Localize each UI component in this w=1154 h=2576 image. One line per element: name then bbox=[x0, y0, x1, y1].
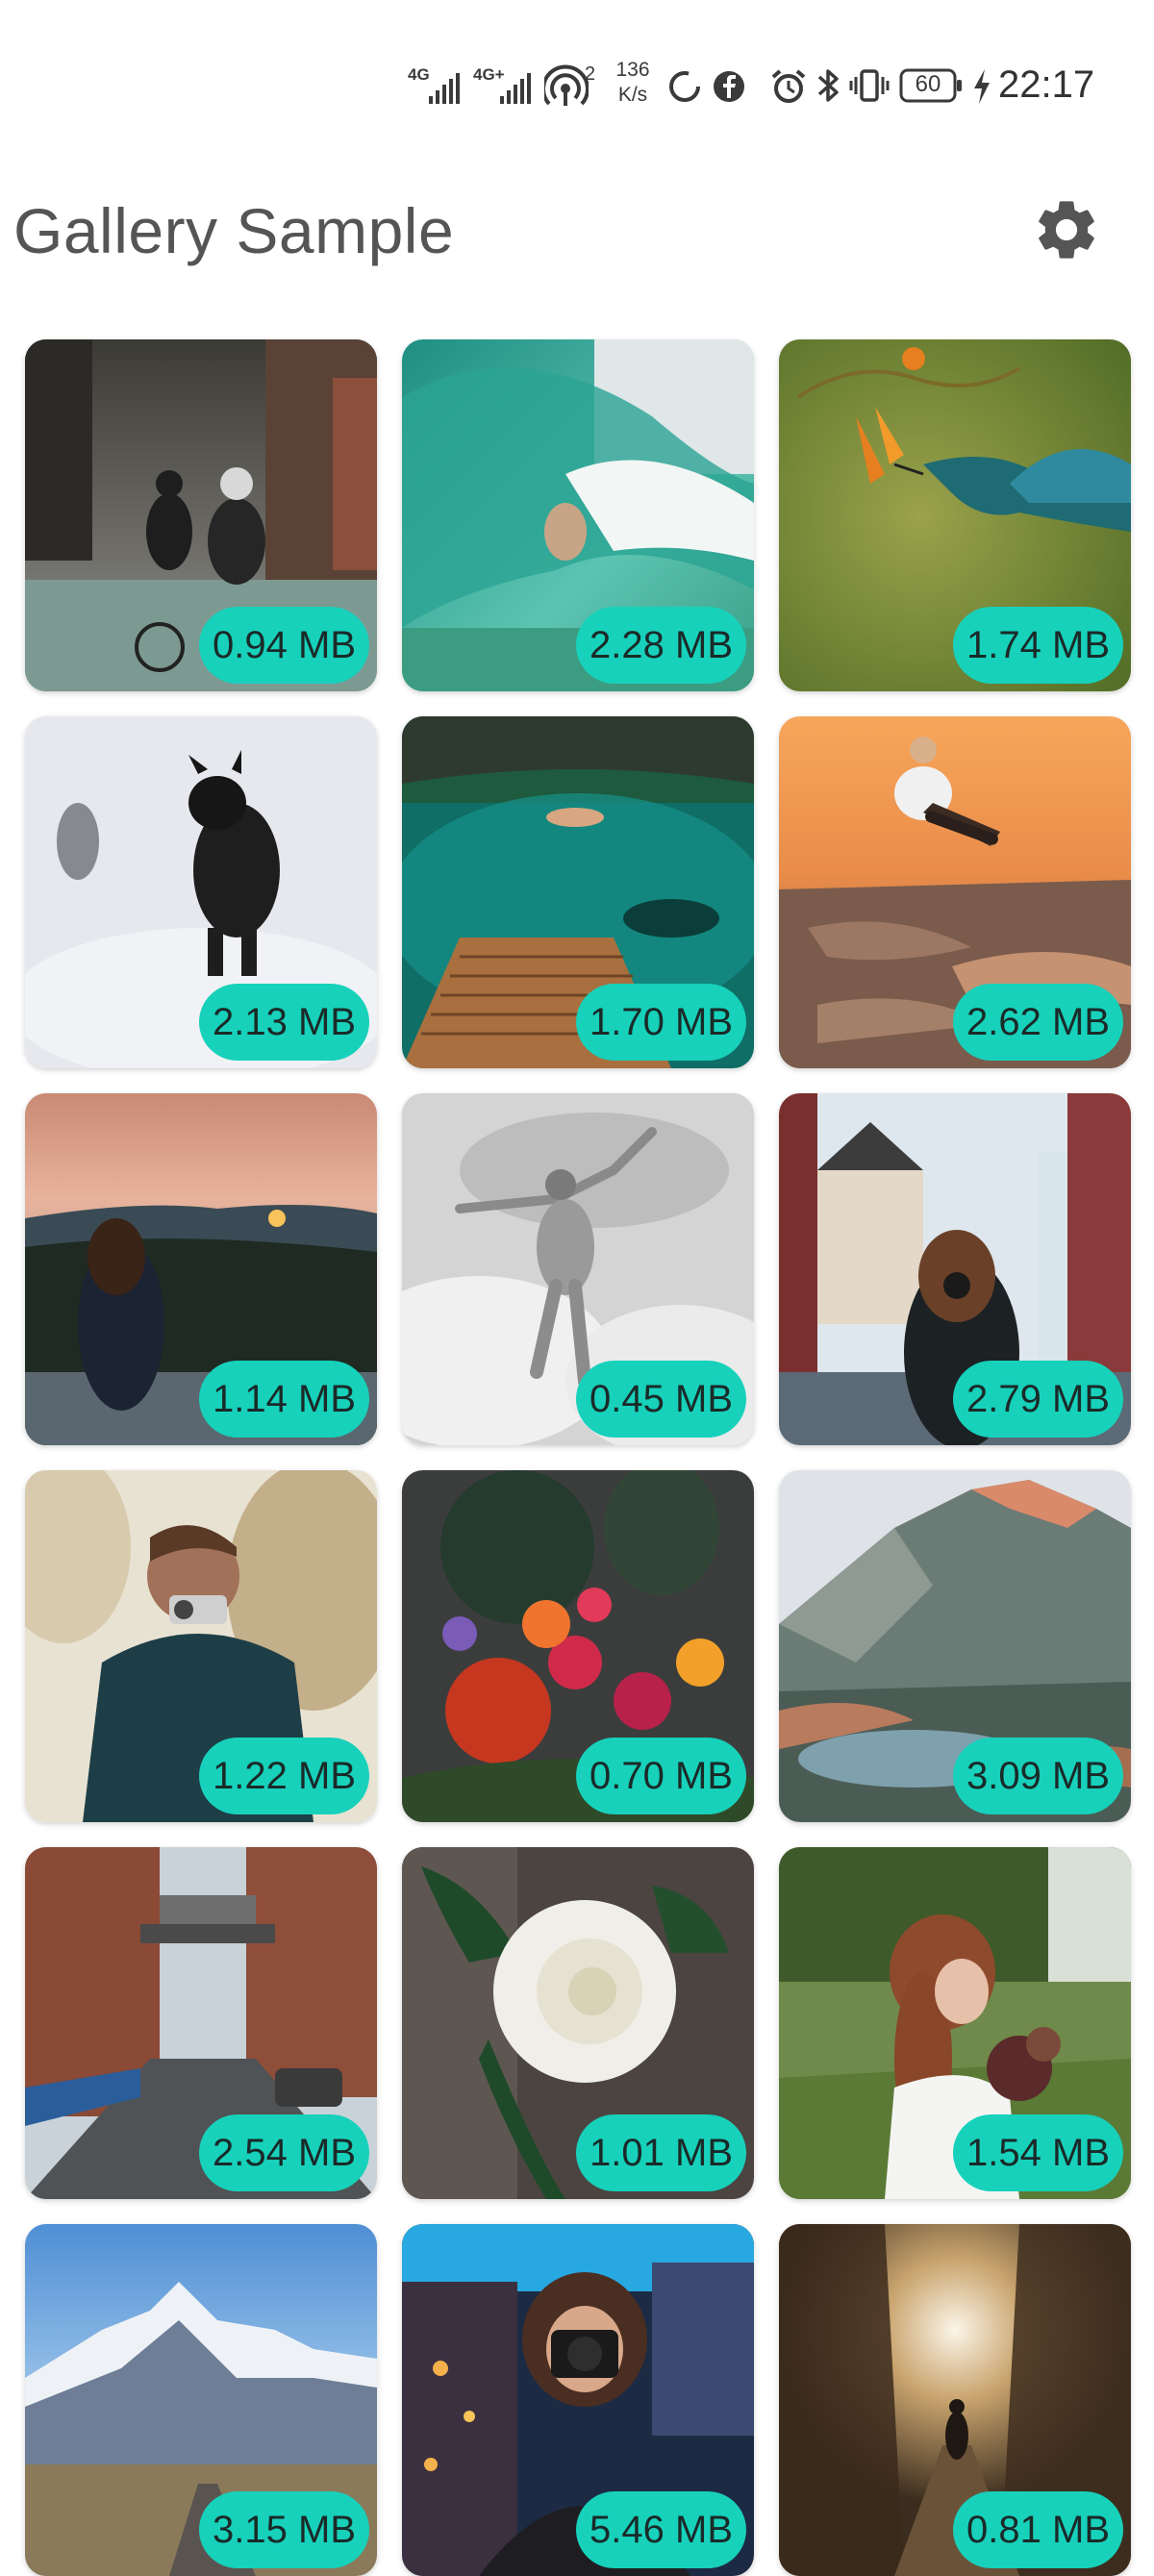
charging-icon bbox=[971, 67, 992, 106]
speed-unit: K/s bbox=[617, 84, 648, 106]
battery-level: 60 bbox=[915, 71, 941, 97]
network-speed: 136 K/s bbox=[604, 58, 662, 108]
file-size-badge: 3.15 MB bbox=[199, 2491, 369, 2568]
photo-tile[interactable]: 5.46 MB bbox=[402, 2224, 754, 2576]
photo-tile[interactable]: 0.45 MB bbox=[402, 1093, 754, 1445]
photo-tile[interactable]: 3.09 MB bbox=[779, 1470, 1131, 1822]
photo-tile[interactable]: 2.79 MB bbox=[779, 1093, 1131, 1445]
photo-tile[interactable]: 1.70 MB bbox=[402, 716, 754, 1068]
signal-4g-icon: 4G bbox=[408, 65, 464, 106]
file-size-badge: 1.54 MB bbox=[953, 2114, 1123, 2191]
status-bar: 4G 4G+ 2 136 K/s 60 22:17 bbox=[0, 0, 1154, 163]
file-size-badge: 0.81 MB bbox=[953, 2491, 1123, 2568]
file-size-badge: 5.46 MB bbox=[576, 2491, 746, 2568]
photo-tile[interactable]: 1.74 MB bbox=[779, 339, 1131, 691]
file-size-badge: 0.94 MB bbox=[199, 607, 369, 684]
settings-button[interactable] bbox=[1031, 194, 1102, 265]
photo-tile[interactable]: 1.54 MB bbox=[779, 1847, 1131, 2199]
file-size-badge: 1.01 MB bbox=[576, 2114, 746, 2191]
vibrate-icon bbox=[848, 65, 891, 106]
file-size-badge: 2.28 MB bbox=[576, 607, 746, 684]
app-bar: Gallery Sample bbox=[0, 163, 1154, 298]
photo-tile[interactable]: 2.13 MB bbox=[25, 716, 377, 1068]
file-size-badge: 1.14 MB bbox=[199, 1361, 369, 1438]
file-size-badge: 1.74 MB bbox=[953, 607, 1123, 684]
photo-tile[interactable]: 1.22 MB bbox=[25, 1470, 377, 1822]
file-size-badge: 2.54 MB bbox=[199, 2114, 369, 2191]
photo-tile[interactable]: 0.70 MB bbox=[402, 1470, 754, 1822]
clock: 22:17 bbox=[998, 63, 1095, 106]
gear-icon bbox=[1039, 201, 1094, 259]
speed-value: 136 bbox=[615, 59, 650, 81]
file-size-badge: 1.70 MB bbox=[576, 984, 746, 1061]
bluetooth-icon bbox=[814, 65, 842, 106]
file-size-badge: 1.22 MB bbox=[199, 1738, 369, 1814]
photo-tile[interactable]: 3.15 MB bbox=[25, 2224, 377, 2576]
photo-tile[interactable]: 0.94 MB bbox=[25, 339, 377, 691]
page-title: Gallery Sample bbox=[13, 195, 455, 266]
file-size-badge: 2.79 MB bbox=[953, 1361, 1123, 1438]
facebook-icon bbox=[712, 69, 746, 104]
file-size-badge: 2.13 MB bbox=[199, 984, 369, 1061]
file-size-badge: 0.45 MB bbox=[576, 1361, 746, 1438]
battery-icon: 60 bbox=[898, 65, 966, 106]
file-size-badge: 0.70 MB bbox=[576, 1738, 746, 1814]
hotspot-count: 2 bbox=[585, 63, 596, 85]
photo-tile[interactable]: 1.14 MB bbox=[25, 1093, 377, 1445]
photo-tile[interactable]: 2.54 MB bbox=[25, 1847, 377, 2199]
file-size-badge: 3.09 MB bbox=[953, 1738, 1123, 1814]
sync-icon bbox=[667, 69, 702, 104]
file-size-badge: 2.62 MB bbox=[953, 984, 1123, 1061]
hotspot-icon: 2 bbox=[544, 63, 598, 108]
photo-tile[interactable]: 2.28 MB bbox=[402, 339, 754, 691]
photo-tile[interactable]: 0.81 MB bbox=[779, 2224, 1131, 2576]
signal-4g-plus-icon: 4G+ bbox=[473, 65, 535, 106]
photo-tile[interactable]: 1.01 MB bbox=[402, 1847, 754, 2199]
alarm-icon bbox=[769, 67, 808, 106]
photo-tile[interactable]: 2.62 MB bbox=[779, 716, 1131, 1068]
